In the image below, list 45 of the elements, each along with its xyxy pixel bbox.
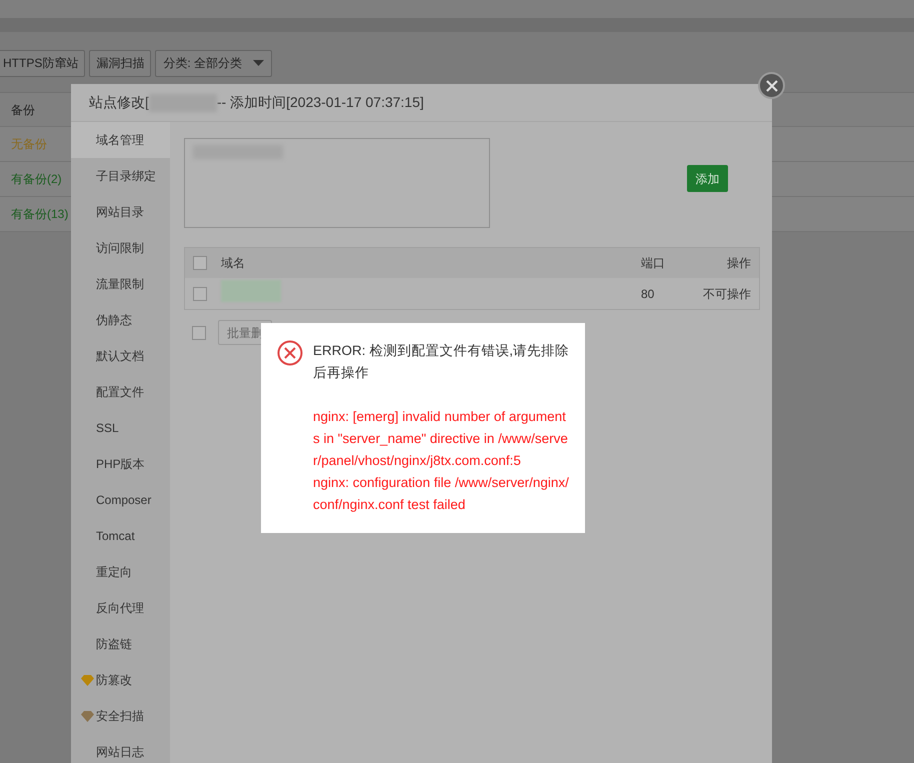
- close-icon: [766, 80, 778, 92]
- modal-title: 站点修改[: [89, 93, 149, 112]
- sidebar-item[interactable]: 反向代理: [71, 590, 170, 626]
- backup-status: 无备份: [11, 136, 47, 153]
- sidebar-item[interactable]: 网站目录: [71, 194, 170, 230]
- backup-status: 有备份(13): [11, 206, 68, 223]
- toolbar-button[interactable]: HTTPS防窜站: [0, 50, 86, 76]
- sidebar-item[interactable]: 域名管理: [71, 122, 170, 158]
- sidebar-item[interactable]: 重定向: [71, 554, 170, 590]
- diamond-icon: [81, 710, 94, 722]
- sidebar-item[interactable]: 防篡改: [71, 662, 170, 698]
- modal-title: -- 添加时间[2023-01-17 07:37:15]: [216, 93, 424, 112]
- action-cell-text: 不可操作: [702, 286, 751, 302]
- add-button[interactable]: 添加: [687, 165, 728, 192]
- close-button[interactable]: [758, 72, 785, 99]
- sidebar-item[interactable]: SSL: [71, 410, 170, 446]
- column-header: 操作: [726, 255, 751, 272]
- sidebar-item[interactable]: 防盗链: [71, 626, 170, 662]
- column-header: 域名: [221, 255, 246, 272]
- sidebar-item[interactable]: 默认文档: [71, 338, 170, 374]
- port-cell-text: 80: [641, 286, 656, 302]
- sidebar-item[interactable]: Tomcat: [71, 518, 170, 554]
- sidebar-item[interactable]: 配置文件: [71, 374, 170, 410]
- error-detail: nginx: configuration file /www/server/nginx/conf/nginx.conf test failed: [313, 474, 570, 514]
- sidebar-item[interactable]: 网站日志: [71, 734, 170, 763]
- sidebar-item[interactable]: 安全扫描: [71, 698, 170, 734]
- diamond-icon: [81, 674, 94, 686]
- toolbar-button[interactable]: 漏洞扫描: [89, 50, 152, 76]
- category-select[interactable]: 分类: 全部分类: [155, 50, 272, 76]
- error-icon: [277, 340, 303, 366]
- error-message: ERROR: 检测到配置文件有错误,请先排除后再操作: [313, 342, 570, 382]
- column-header: 端口: [641, 255, 666, 272]
- checkbox[interactable]: [193, 286, 207, 300]
- sidebar-item[interactable]: Composer: [71, 482, 170, 518]
- backup-status: 有备份(2): [11, 171, 62, 188]
- domain-textarea[interactable]: [184, 138, 490, 228]
- sidebar-item[interactable]: 子目录绑定: [71, 158, 170, 194]
- sidebar-item[interactable]: 流量限制: [71, 266, 170, 302]
- sidebar-item[interactable]: 访问限制: [71, 230, 170, 266]
- sidebar-item[interactable]: PHP版本: [71, 446, 170, 482]
- checkbox[interactable]: [193, 256, 207, 270]
- sidebar-item[interactable]: 伪静态: [71, 302, 170, 338]
- checkbox[interactable]: [192, 326, 206, 340]
- caret-icon: [253, 60, 264, 66]
- column-header: 备份: [11, 102, 35, 118]
